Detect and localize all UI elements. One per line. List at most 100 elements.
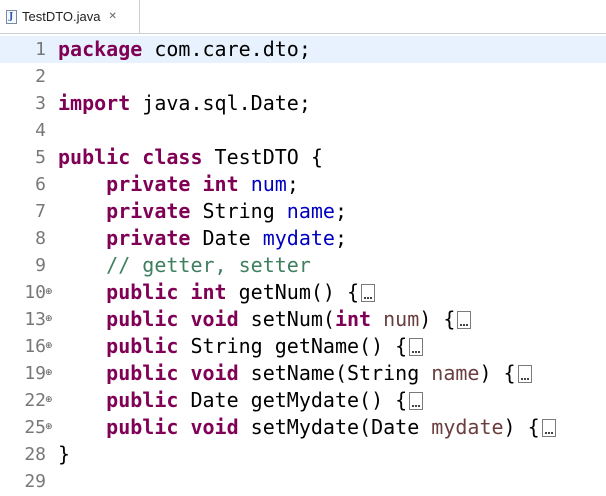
- code-line[interactable]: 29: [0, 468, 606, 495]
- code-token: setNum(: [238, 307, 335, 331]
- collapsed-block-icon[interactable]: [517, 365, 532, 383]
- code-line[interactable]: 8 private Date mydate;: [0, 225, 606, 252]
- code-text: private String name;: [58, 198, 347, 225]
- code-token: ) {: [503, 415, 540, 439]
- code-token: setName(String: [238, 361, 432, 385]
- code-line[interactable]: 28}: [0, 441, 606, 468]
- code-line[interactable]: 7 private String name;: [0, 198, 606, 225]
- line-number: 22: [24, 390, 46, 411]
- code-line[interactable]: 4: [0, 117, 606, 144]
- code-text: package com.care.dto;: [58, 36, 311, 63]
- code-line[interactable]: 19 ⊕ public void setName(String name) {: [0, 360, 606, 387]
- keyword-token: int: [334, 307, 372, 331]
- code-line[interactable]: 3 import java.sql.Date;: [0, 90, 606, 117]
- line-number: 6: [35, 174, 46, 195]
- keyword-token: public: [58, 145, 131, 169]
- code-line[interactable]: 10 ⊕ public int getNum() {: [0, 279, 606, 306]
- code-text: }: [58, 441, 70, 468]
- code-text: private int num;: [58, 171, 299, 198]
- line-number: 9: [35, 255, 46, 276]
- code-token: }: [58, 442, 71, 466]
- code-text: public void setName(String name) {: [58, 360, 532, 387]
- tab-testdto-java[interactable]: J TestDTO.java ✕: [0, 0, 140, 33]
- code-line[interactable]: 22 ⊕ public Date getMydate() {: [0, 387, 606, 414]
- keyword-token: int: [190, 280, 227, 304]
- java-file-icon: J: [6, 9, 17, 24]
- code-token: ;: [334, 199, 348, 223]
- code-line[interactable]: 16 ⊕ public String getName() {: [0, 333, 606, 360]
- code-line[interactable]: 13 ⊕ public void setNum(int num) {: [0, 306, 606, 333]
- close-icon[interactable]: ✕: [109, 11, 117, 22]
- identifier-token: mydate: [431, 415, 504, 439]
- fold-expand-icon[interactable]: ⊕: [45, 333, 53, 360]
- code-text: private Date mydate;: [58, 225, 347, 252]
- collapsed-block-icon[interactable]: [361, 284, 376, 302]
- code-token: String: [190, 199, 287, 223]
- comment-token: // getter, setter: [106, 253, 311, 277]
- line-number: 1: [35, 39, 46, 60]
- code-token: java.sql.Date;: [130, 91, 311, 115]
- keyword-token: void: [190, 415, 239, 439]
- code-line[interactable]: 9 // getter, setter: [0, 252, 606, 279]
- code-text: public Date getMydate() {: [58, 387, 424, 414]
- keyword-token: private: [106, 226, 191, 250]
- keyword-token: void: [190, 361, 239, 385]
- fold-expand-icon[interactable]: ⊕: [45, 387, 53, 414]
- code-text: import java.sql.Date;: [58, 90, 311, 117]
- code-editor[interactable]: 1 package com.care.dto; 2 3 import java.sql.…: [0, 34, 606, 496]
- fold-expand-icon[interactable]: ⊕: [45, 360, 53, 387]
- code-token: TestDTO {: [202, 145, 323, 169]
- collapsed-block-icon[interactable]: [541, 419, 556, 437]
- code-token: com.care.dto;: [142, 37, 311, 61]
- code-text: public int getNum() {: [58, 279, 376, 306]
- keyword-token: private: [106, 172, 191, 196]
- collapsed-block-icon[interactable]: [409, 338, 424, 356]
- code-line[interactable]: 5 public class TestDTO {: [0, 144, 606, 171]
- code-text: public class TestDTO {: [58, 144, 323, 171]
- line-number: 7: [35, 201, 46, 222]
- line-number: 16: [24, 336, 46, 357]
- keyword-token: void: [190, 307, 239, 331]
- code-token: ) {: [419, 307, 456, 331]
- fold-expand-icon[interactable]: ⊕: [45, 414, 53, 441]
- identifier-token: num: [383, 307, 420, 331]
- code-line[interactable]: 6 private int num;: [0, 171, 606, 198]
- code-token: ;: [334, 226, 348, 250]
- code-line[interactable]: 25 ⊕ public void setMydate(Date mydate) {: [0, 414, 606, 441]
- keyword-token: public: [106, 388, 179, 412]
- collapsed-block-icon[interactable]: [457, 311, 472, 329]
- line-number: 10: [24, 282, 46, 303]
- keyword-token: public: [106, 280, 179, 304]
- line-number: 19: [24, 363, 46, 384]
- code-line[interactable]: 1 package com.care.dto;: [0, 36, 606, 63]
- identifier-token: mydate: [262, 226, 335, 250]
- keyword-token: private: [106, 199, 191, 223]
- editor-tab-bar: J TestDTO.java ✕: [0, 0, 606, 34]
- code-token: setMydate(Date: [238, 415, 432, 439]
- code-line[interactable]: 2: [0, 63, 606, 90]
- fold-expand-icon[interactable]: ⊕: [45, 306, 53, 333]
- code-token: String getName() {: [178, 334, 408, 358]
- code-token: Date getMydate() {: [178, 388, 408, 412]
- fold-expand-icon[interactable]: ⊕: [45, 279, 53, 306]
- line-number: 5: [35, 147, 46, 168]
- keyword-token: public: [106, 307, 179, 331]
- collapsed-block-icon[interactable]: [409, 392, 424, 410]
- line-number: 8: [35, 228, 46, 249]
- identifier-token: name: [431, 361, 480, 385]
- identifier-token: num: [250, 172, 287, 196]
